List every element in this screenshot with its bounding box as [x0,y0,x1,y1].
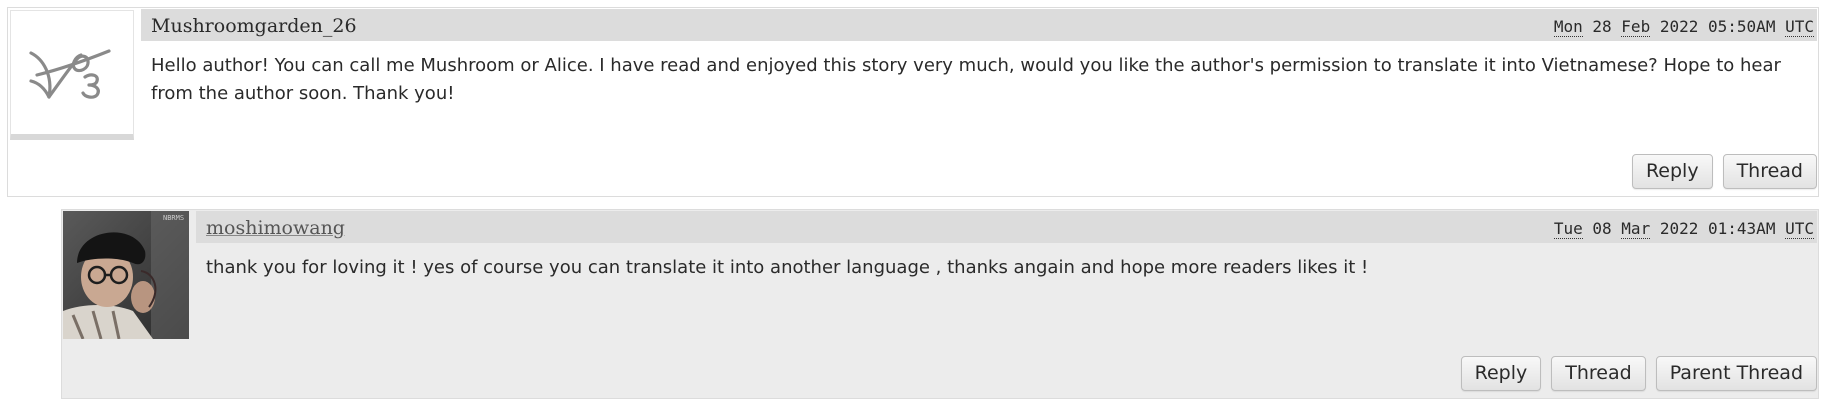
date-day: 28 [1592,17,1612,36]
comment-datetime: Mon 28 Feb 2022 05:50AM UTC [1553,17,1814,37]
ao3-logo-icon [29,49,111,99]
date-day: 08 [1592,219,1612,238]
comment-datetime: Tue 08 Mar 2022 01:43AM UTC [1553,219,1814,239]
date-weekday: Tue [1553,219,1583,239]
date-time: 05:50AM [1708,17,1776,36]
user-photo-avatar: NBRMS [63,211,189,339]
date-year: 2022 [1659,219,1699,238]
comment-mushroomgarden: Mushroomgarden_26 Mon 28 Feb 2022 05:50A… [7,7,1819,197]
date-timezone: UTC [1785,17,1814,37]
date-month: Mar [1621,219,1651,239]
date-year: 2022 [1659,17,1699,36]
date-weekday: Mon [1553,17,1583,37]
user-avatar[interactable]: NBRMS [63,211,189,339]
reply-button[interactable]: Reply [1631,154,1713,189]
date-time: 01:43AM [1708,219,1776,238]
svg-text:NBRMS: NBRMS [163,214,184,222]
comment-header: Mushroomgarden_26 Mon 28 Feb 2022 05:50A… [141,9,1817,41]
reply-button[interactable]: Reply [1460,356,1542,391]
thread-button[interactable]: Thread [1722,154,1817,189]
comment-actions: Reply Thread Parent Thread [1460,356,1817,391]
comment-actions: Reply Thread [1631,154,1817,189]
comment-moshimowang: NBRMS moshimowang Tue 08 Mar 2022 01:43A… [61,209,1819,399]
date-month: Feb [1621,17,1651,37]
comment-body: Hello author! You can call me Mushroom o… [151,55,1781,104]
parent-thread-button[interactable]: Parent Thread [1655,356,1817,391]
comment-body: thank you for loving it ! yes of course … [206,257,1369,278]
date-timezone: UTC [1785,219,1814,239]
comment-author[interactable]: Mushroomgarden_26 [151,15,357,37]
default-avatar[interactable] [10,10,134,140]
thread-button[interactable]: Thread [1551,356,1646,391]
comment-author-link[interactable]: moshimowang [206,217,345,239]
comment-header: moshimowang Tue 08 Mar 2022 01:43AM UTC [196,211,1817,243]
